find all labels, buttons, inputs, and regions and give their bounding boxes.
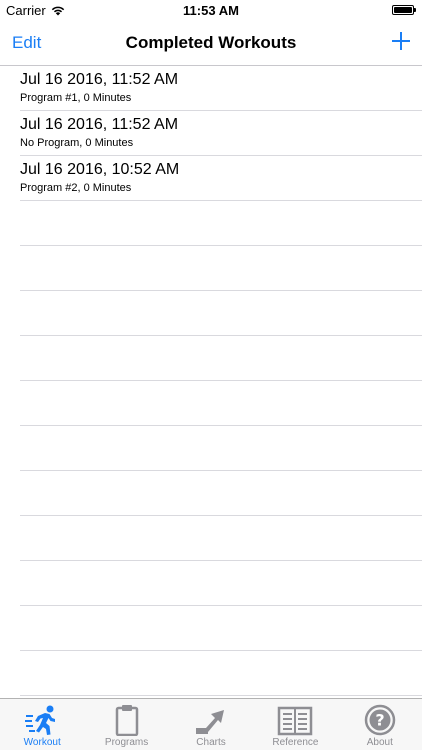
empty-row <box>0 246 422 291</box>
empty-row <box>0 561 422 606</box>
workout-row[interactable]: Jul 16 2016, 11:52 AM Program #1, 0 Minu… <box>0 66 422 111</box>
empty-row <box>0 651 422 696</box>
empty-row <box>0 381 422 426</box>
tab-label: Reference <box>272 737 319 748</box>
plus-icon[interactable] <box>390 30 412 52</box>
empty-row <box>0 606 422 651</box>
tab-label: Workout <box>23 737 61 748</box>
tab-label: About <box>366 737 393 748</box>
page-title: Completed Workouts <box>125 33 297 52</box>
empty-row <box>0 471 422 516</box>
workout-date: Jul 16 2016, 11:52 AM <box>20 116 179 133</box>
workout-details: Program #2, 0 Minutes <box>20 182 132 194</box>
tab-about[interactable]: ? About <box>338 699 422 750</box>
workout-date: Jul 16 2016, 10:52 AM <box>20 161 180 178</box>
empty-row <box>0 516 422 561</box>
clipboard-icon <box>115 705 138 736</box>
workout-list: Jul 16 2016, 11:52 AM Program #1, 0 Minu… <box>0 66 422 698</box>
workout-details: Program #1, 0 Minutes <box>20 92 132 104</box>
tab-bar: Workout Programs Charts Reference ? Abou… <box>0 698 422 750</box>
open-book-icon <box>278 706 313 736</box>
tab-label: Charts <box>196 737 226 748</box>
trend-arrow-icon <box>196 710 225 734</box>
battery-icon <box>392 5 416 15</box>
workout-date: Jul 16 2016, 11:52 AM <box>20 71 179 88</box>
empty-row <box>0 426 422 471</box>
status-bar: Carrier 11:53 AM <box>0 0 422 22</box>
workout-details: No Program, 0 Minutes <box>20 137 134 149</box>
svg-text:?: ? <box>375 711 384 730</box>
tab-charts[interactable]: Charts <box>169 699 253 750</box>
empty-row <box>0 336 422 381</box>
workout-row[interactable]: Jul 16 2016, 10:52 AM Program #2, 0 Minu… <box>0 156 422 201</box>
status-time: 11:53 AM <box>183 3 239 18</box>
navigation-bar: Edit Completed Workouts <box>0 22 422 66</box>
tab-workout[interactable]: Workout <box>0 699 84 750</box>
question-mark-icon: ? <box>364 704 396 736</box>
tab-programs[interactable]: Programs <box>84 699 168 750</box>
tab-label: Programs <box>104 737 149 748</box>
empty-row <box>0 201 422 246</box>
empty-row <box>0 291 422 336</box>
workout-row[interactable]: Jul 16 2016, 11:52 AM No Program, 0 Minu… <box>0 111 422 156</box>
running-person-icon <box>25 705 56 735</box>
tab-reference[interactable]: Reference <box>253 699 337 750</box>
